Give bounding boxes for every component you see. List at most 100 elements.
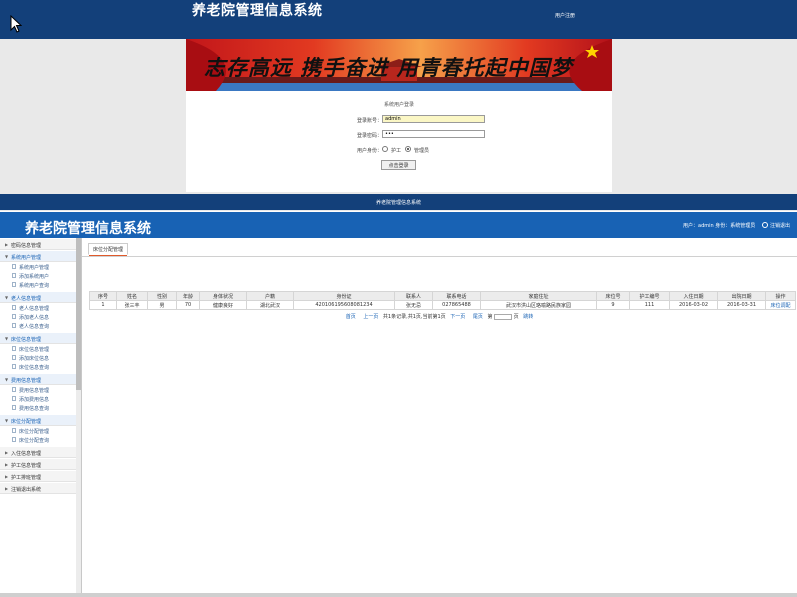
role-label: 用户身份： xyxy=(356,148,382,154)
username-input[interactable] xyxy=(382,115,485,123)
slogan-text: 志存高远 携手奋进 用青春托起中国梦 xyxy=(204,55,573,80)
pager-next[interactable]: 下一页 xyxy=(450,314,465,320)
sidebar-group[interactable]: ▼ 床位分配管理 xyxy=(0,415,77,426)
sidebar-group[interactable]: ▶ 入住信息管理 xyxy=(0,447,77,458)
document-icon xyxy=(12,323,16,328)
register-link[interactable]: 用户注册 xyxy=(555,12,575,19)
chevron-right-icon: ▶ xyxy=(5,450,9,455)
logout-link[interactable]: 注销退出 xyxy=(762,222,790,229)
role-radio-admin[interactable] xyxy=(405,146,411,152)
role-radio-nurse[interactable] xyxy=(382,146,388,152)
sidebar-item-label: 添加床位信息 xyxy=(19,356,50,362)
sidebar-group[interactable]: ▼ 费用信息管理 xyxy=(0,374,77,385)
sidebar-group[interactable]: ▼ 系统用户管理 xyxy=(0,251,77,262)
column-header[interactable]: 联系人 xyxy=(394,291,433,301)
pager-summary: 共1条记录,共1页,当前第1页 xyxy=(382,314,446,320)
username-label: 登录账号： xyxy=(356,118,382,124)
table-cell: 湖北武汉 xyxy=(246,300,294,310)
column-header[interactable]: 联系电话 xyxy=(432,291,481,301)
table-cell: 张三丰 xyxy=(116,300,148,310)
sidebar-group-label: 床位信息管理 xyxy=(11,337,42,343)
pager: 首页 上一页 共1条记录,共1页,当前第1页 下一页 尾页 第 页 跳转 xyxy=(82,313,797,320)
table-cell: 武汉市洪山区珞喻路民族家园 xyxy=(480,300,597,310)
document-icon xyxy=(12,305,16,310)
sidebar-group[interactable]: ▼ 老人信息管理 xyxy=(0,292,77,303)
pager-page-input[interactable] xyxy=(494,313,513,320)
sidebar-item-label: 系统用户管理 xyxy=(19,265,50,271)
pager-last[interactable]: 尾页 xyxy=(473,314,483,320)
mouse-pointer-icon xyxy=(10,15,22,33)
pager-prev[interactable]: 上一页 xyxy=(363,314,378,320)
login-footer: 养老院管理信息系统 xyxy=(0,194,797,210)
column-header[interactable]: 户籍 xyxy=(246,291,294,301)
sidebar-group[interactable]: ▶ 护工信息管理 xyxy=(0,459,77,470)
column-header[interactable]: 入住日期 xyxy=(669,291,718,301)
chevron-right-icon: ▶ xyxy=(5,462,9,467)
sidebar-group-label: 入住信息管理 xyxy=(11,451,42,457)
password-input[interactable] xyxy=(382,130,485,138)
main-content: 床位分配管理 序号 姓名 性别 年龄 身体状况 户籍 身份证 联系人 联系电话 家庭住址 床位号 护工… xyxy=(82,238,797,595)
document-icon xyxy=(12,364,16,369)
reassign-bed-link[interactable]: 床位调配 xyxy=(765,300,796,310)
user-info: 用户：admin 身份：系统管理员 xyxy=(683,223,756,229)
sidebar-scrollbar[interactable] xyxy=(76,238,81,595)
chevron-down-icon: ▼ xyxy=(5,418,9,423)
sidebar-item-label: 床位信息查询 xyxy=(19,365,50,371)
document-icon xyxy=(12,387,16,392)
column-header[interactable]: 护工编号 xyxy=(629,291,670,301)
document-icon xyxy=(12,346,16,351)
pager-page-suffix: 页 xyxy=(513,314,519,320)
login-button[interactable]: 点击登录 xyxy=(381,160,416,170)
column-header[interactable]: 年龄 xyxy=(176,291,200,301)
table-cell: 张无忌 xyxy=(394,300,433,310)
table-cell: 111 xyxy=(629,300,670,310)
sidebar-group-label: 护工排班管理 xyxy=(11,475,42,481)
sidebar-scroll-thumb[interactable] xyxy=(76,238,81,390)
admin-app-title: 养老院管理信息系统 xyxy=(25,221,151,237)
table-cell: 2016-03-02 xyxy=(669,300,718,310)
login-form-title: 系统用户登录 xyxy=(383,102,414,108)
column-header[interactable]: 床位号 xyxy=(596,291,630,301)
document-icon xyxy=(12,355,16,360)
column-header[interactable]: 身份证 xyxy=(293,291,395,301)
sidebar-group[interactable]: ▶ 护工排班管理 xyxy=(0,471,77,482)
sidebar-group-label: 注销退出系统 xyxy=(11,487,42,493)
pager-first[interactable]: 首页 xyxy=(346,314,356,320)
sidebar: ▶ 密码信息管理 ▼ 系统用户管理 系统用户管理 添加系统用户 系统用户查询 ▼ 老人信息管理老… xyxy=(0,238,82,595)
column-header[interactable]: 姓名 xyxy=(116,291,148,301)
column-header[interactable]: 操作 xyxy=(765,291,796,301)
sidebar-item-label: 费用信息管理 xyxy=(19,388,50,394)
chevron-down-icon: ▼ xyxy=(5,336,9,341)
sidebar-item-label: 添加费用信息 xyxy=(19,397,50,403)
sidebar-group[interactable]: ▶ 注销退出系统 xyxy=(0,483,77,494)
document-icon xyxy=(12,282,16,287)
bed-assignment-table: 序号 姓名 性别 年龄 身体状况 户籍 身份证 联系人 联系电话 家庭住址 床位号 护工编号 入住日期出… xyxy=(89,291,796,310)
chevron-right-icon: ▶ xyxy=(5,242,9,247)
sidebar-group-label: 系统用户管理 xyxy=(11,255,42,261)
column-header[interactable]: 家庭住址 xyxy=(480,291,597,301)
column-header[interactable]: 序号 xyxy=(89,291,117,301)
login-screen: 养老院管理信息系统 用户注册 志存高远 携手奋进 用青春托起中国梦 系统用户登录… xyxy=(0,0,797,211)
pager-go-button[interactable]: 跳转 xyxy=(523,314,533,320)
sidebar-group-label: 密码信息管理 xyxy=(11,243,42,249)
sidebar-item-label: 老人信息查询 xyxy=(19,324,50,330)
sidebar-item-label: 添加老人信息 xyxy=(19,315,50,321)
column-header[interactable]: 出院日期 xyxy=(717,291,766,301)
document-icon xyxy=(12,264,16,269)
document-icon xyxy=(12,273,16,278)
sidebar-item-label: 床位信息管理 xyxy=(19,347,50,353)
sidebar-group[interactable]: ▼ 床位信息管理 xyxy=(0,333,77,344)
column-header[interactable]: 性别 xyxy=(147,291,177,301)
slogan-banner: 志存高远 携手奋进 用青春托起中国梦 xyxy=(186,39,612,91)
chevron-down-icon: ▼ xyxy=(5,295,9,300)
table-cell: 男 xyxy=(147,300,177,310)
table-cell: 420106195608081234 xyxy=(293,300,395,310)
table-cell: 70 xyxy=(176,300,200,310)
sidebar-group[interactable]: ▶ 密码信息管理 xyxy=(0,239,77,250)
column-header[interactable]: 身体状况 xyxy=(199,291,247,301)
tab-bed-assignment[interactable]: 床位分配管理 xyxy=(88,243,129,256)
table-header-row: 序号 姓名 性别 年龄 身体状况 户籍 身份证 联系人 联系电话 家庭住址 床位号 护工编号 入住日期出… xyxy=(89,291,796,301)
sidebar-item-label: 系统用户查询 xyxy=(19,283,50,289)
role-option-nurse: 护工 xyxy=(391,148,402,154)
password-row: 登录密码： xyxy=(186,130,612,140)
